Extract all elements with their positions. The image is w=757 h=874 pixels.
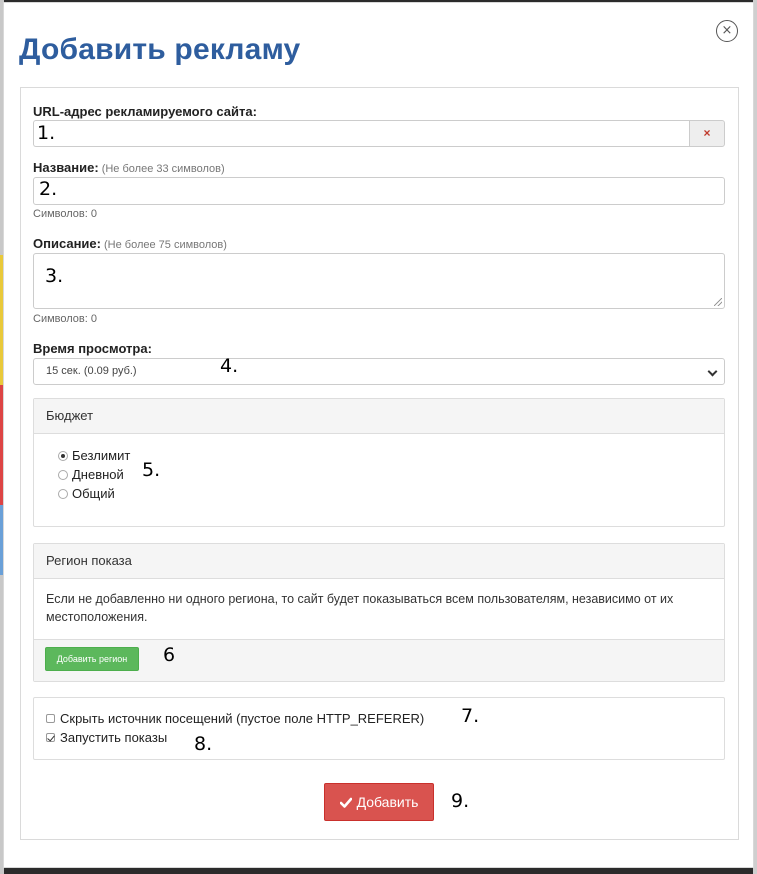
budget-option-label: Общий	[72, 486, 115, 501]
annotation-marker-9: 9.	[451, 790, 470, 812]
region-header: Регион показа	[34, 544, 724, 579]
budget-header: Бюджет	[34, 399, 724, 434]
description-textarea[interactable]	[33, 253, 725, 309]
name-hint: (Не более 33 символов)	[101, 163, 225, 175]
name-label: Название:	[33, 160, 99, 175]
region-footer: Добавить регион 6	[34, 639, 724, 681]
budget-panel: Бюджет Безлимит Дневной Общий 5.	[33, 398, 725, 527]
budget-option-label: Безлимит	[72, 448, 131, 463]
budget-option-unlimited[interactable]: Безлимит	[58, 448, 130, 463]
view-time-select[interactable]: 15 сек. (0.09 руб.)	[33, 358, 725, 385]
annotation-marker-7: 7.	[461, 705, 480, 727]
url-clear-icon[interactable]: ×	[689, 120, 725, 147]
view-time-selected: 15 сек. (0.09 руб.)	[46, 365, 137, 377]
budget-option-label: Дневной	[72, 467, 124, 482]
annotation-marker-6: 6	[163, 644, 176, 666]
budget-option-total[interactable]: Общий	[58, 486, 115, 501]
description-label-row: Описание: (Не более 75 символов)	[33, 236, 227, 251]
radio-checked-icon	[58, 450, 68, 461]
hide-referer-option[interactable]: Скрыть источник посещений (пустое поле H…	[46, 711, 424, 726]
url-input-group: ×	[33, 120, 725, 147]
name-input[interactable]	[33, 177, 725, 205]
description-label: Описание:	[33, 236, 101, 251]
options-panel: Скрыть источник посещений (пустое поле H…	[33, 697, 725, 760]
annotation-marker-1: 1.	[37, 122, 56, 144]
checkbox-unchecked-icon	[46, 714, 55, 723]
ad-form: URL-адрес рекламируемого сайта: × 1. Наз…	[20, 87, 739, 840]
resize-grip-icon[interactable]	[714, 298, 722, 306]
radio-unchecked-icon	[58, 488, 68, 499]
budget-option-daily[interactable]: Дневной	[58, 467, 124, 482]
checkmark-icon	[339, 797, 352, 808]
start-shows-option[interactable]: Запустить показы	[46, 730, 167, 745]
hide-referer-label: Скрыть источник посещений (пустое поле H…	[60, 711, 425, 726]
url-label: URL-адрес рекламируемого сайта:	[33, 104, 257, 119]
description-hint: (Не более 75 символов)	[103, 239, 227, 251]
annotation-marker-3: 3.	[45, 265, 64, 287]
url-input[interactable]	[33, 120, 689, 147]
view-time-label: Время просмотра:	[33, 341, 152, 356]
dialog-title: Добавить рекламу	[19, 33, 301, 66]
annotation-marker-2: 2.	[39, 178, 58, 200]
annotation-marker-4: 4.	[220, 355, 239, 377]
annotation-marker-5: 5.	[142, 459, 161, 481]
submit-label: Добавить	[356, 794, 419, 810]
checkbox-checked-icon	[46, 733, 55, 742]
add-ad-dialog: × Добавить рекламу URL-адрес рекламируем…	[3, 2, 754, 868]
chevron-down-icon	[707, 366, 718, 377]
radio-unchecked-icon	[58, 469, 68, 480]
submit-button[interactable]: Добавить	[324, 783, 434, 821]
description-char-counter: Символов: 0	[33, 313, 97, 325]
start-shows-label: Запустить показы	[60, 730, 168, 745]
name-label-row: Название: (Не более 33 символов)	[33, 160, 225, 175]
close-icon[interactable]: ×	[716, 20, 738, 42]
annotation-marker-8: 8.	[194, 733, 213, 755]
add-region-button[interactable]: Добавить регион	[45, 647, 139, 671]
region-info-text: Если не добавленно ни одного региона, то…	[46, 592, 674, 624]
name-char-counter: Символов: 0	[33, 208, 97, 220]
region-panel: Регион показа Если не добавленно ни одно…	[33, 543, 725, 682]
